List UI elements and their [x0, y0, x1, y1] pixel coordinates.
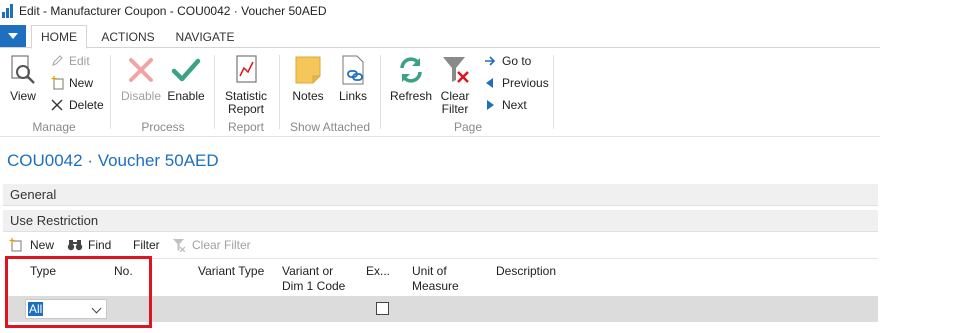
column-header-unit-of-measure[interactable]: Unit of Measure: [412, 264, 459, 294]
find-binoculars-icon: [67, 240, 83, 251]
group-report-label: Report: [227, 120, 265, 134]
next-arrow-icon: [483, 98, 497, 112]
tab-navigate[interactable]: NAVIGATE: [168, 25, 242, 49]
statistic-report-icon: [236, 55, 257, 83]
part-new-label: New: [30, 238, 55, 252]
part-find-label: Find: [88, 238, 112, 252]
next-button[interactable]: Next: [483, 98, 527, 112]
part-toolbar: New Find Filter Clear Filter: [0, 236, 880, 256]
delete-icon: [50, 98, 64, 112]
part-filter-label: Filter: [133, 238, 160, 252]
links-icon: [342, 55, 364, 85]
column-header-description[interactable]: Description: [496, 264, 556, 279]
notes-label: Notes: [292, 89, 324, 103]
clear-filter-icon: [443, 57, 469, 83]
ribbon-separator: [553, 55, 554, 129]
ribbon: View Edit New Delete Manage Disable Enab…: [0, 49, 880, 137]
refresh-label: Refresh: [389, 89, 433, 103]
previous-arrow-icon: [483, 76, 497, 90]
previous-label: Previous: [502, 76, 549, 90]
uom-line2: Measure: [412, 279, 459, 293]
group-process-label: Process: [141, 120, 185, 134]
view-icon: [11, 55, 35, 84]
notes-button[interactable]: Notes: [289, 54, 327, 103]
column-header-exclude[interactable]: Ex...: [366, 264, 390, 279]
clear-filter-label-line2: Filter: [441, 102, 469, 116]
ribbon-separator: [214, 55, 215, 129]
fasttab-use-restriction[interactable]: Use Restriction: [3, 210, 878, 232]
goto-label: Go to: [502, 54, 532, 68]
clear-filter-button[interactable]: Clear Filter: [437, 54, 473, 116]
page-title: COU0042 · Voucher 50AED: [7, 151, 219, 170]
part-find-button[interactable]: Find: [67, 238, 111, 252]
exclude-checkbox[interactable]: [376, 302, 389, 315]
notes-icon: [295, 56, 321, 84]
next-label: Next: [502, 98, 527, 112]
app-menu-button[interactable]: [0, 25, 26, 47]
ribbon-separator: [279, 55, 280, 129]
part-new-button[interactable]: New: [9, 238, 54, 252]
view-label: View: [10, 89, 36, 103]
group-manage-label: Manage: [32, 120, 76, 134]
variant-dim-line2: Dim 1 Code: [282, 279, 346, 293]
enable-label: Enable: [167, 89, 205, 103]
view-button[interactable]: View: [7, 54, 39, 103]
window-title: Edit - Manufacturer Coupon - COU0042 · V…: [19, 4, 327, 18]
group-page-label: Page: [453, 120, 483, 134]
links-button[interactable]: Links: [335, 54, 371, 103]
statistic-report-button[interactable]: Statistic Report: [222, 54, 270, 116]
tab-home[interactable]: HOME: [31, 25, 87, 49]
ribbon-separator: [380, 55, 381, 129]
statistic-label-line2: Report: [227, 102, 265, 116]
column-header-variant-dim[interactable]: Variant or Dim 1 Code: [282, 264, 345, 294]
delete-button[interactable]: Delete: [50, 98, 104, 112]
fasttab-general[interactable]: General: [3, 184, 878, 206]
variant-dim-line1: Variant or: [282, 264, 334, 278]
tab-actions[interactable]: ACTIONS: [94, 25, 162, 49]
edit-button[interactable]: Edit: [50, 54, 90, 68]
new-icon: [50, 76, 64, 90]
refresh-icon: [400, 57, 422, 83]
app-icon: [2, 4, 14, 18]
new-icon: [9, 238, 22, 252]
disable-icon: [129, 58, 153, 82]
menu-dropdown-icon: [8, 33, 18, 39]
disable-button[interactable]: Disable: [119, 54, 163, 103]
delete-label: Delete: [69, 98, 104, 112]
part-clear-filter-label: Clear Filter: [192, 238, 251, 252]
links-label: Links: [338, 89, 367, 103]
previous-button[interactable]: Previous: [483, 76, 549, 90]
goto-arrow-icon: [483, 54, 497, 68]
column-header-variant-type[interactable]: Variant Type: [198, 264, 264, 279]
new-label: New: [69, 76, 94, 90]
refresh-button[interactable]: Refresh: [389, 54, 433, 103]
disable-label: Disable: [120, 89, 162, 103]
enable-button[interactable]: Enable: [166, 54, 206, 103]
group-show-attached-label: Show Attached: [289, 120, 371, 134]
highlight-box: [5, 256, 152, 328]
ribbon-separator: [110, 55, 111, 129]
enable-icon: [171, 58, 201, 82]
edit-icon: [50, 54, 64, 68]
part-clear-filter-button[interactable]: Clear Filter: [172, 238, 251, 252]
part-filter-button[interactable]: Filter: [133, 238, 160, 252]
ribbon-tab-row: HOME ACTIONS NAVIGATE: [0, 23, 880, 49]
clear-filter-icon: [173, 239, 186, 252]
edit-label: Edit: [69, 54, 90, 68]
new-button[interactable]: New: [50, 76, 93, 90]
goto-button[interactable]: Go to: [483, 54, 531, 68]
uom-line1: Unit of: [412, 264, 447, 278]
title-bar: Edit - Manufacturer Coupon - COU0042 · V…: [0, 0, 953, 22]
